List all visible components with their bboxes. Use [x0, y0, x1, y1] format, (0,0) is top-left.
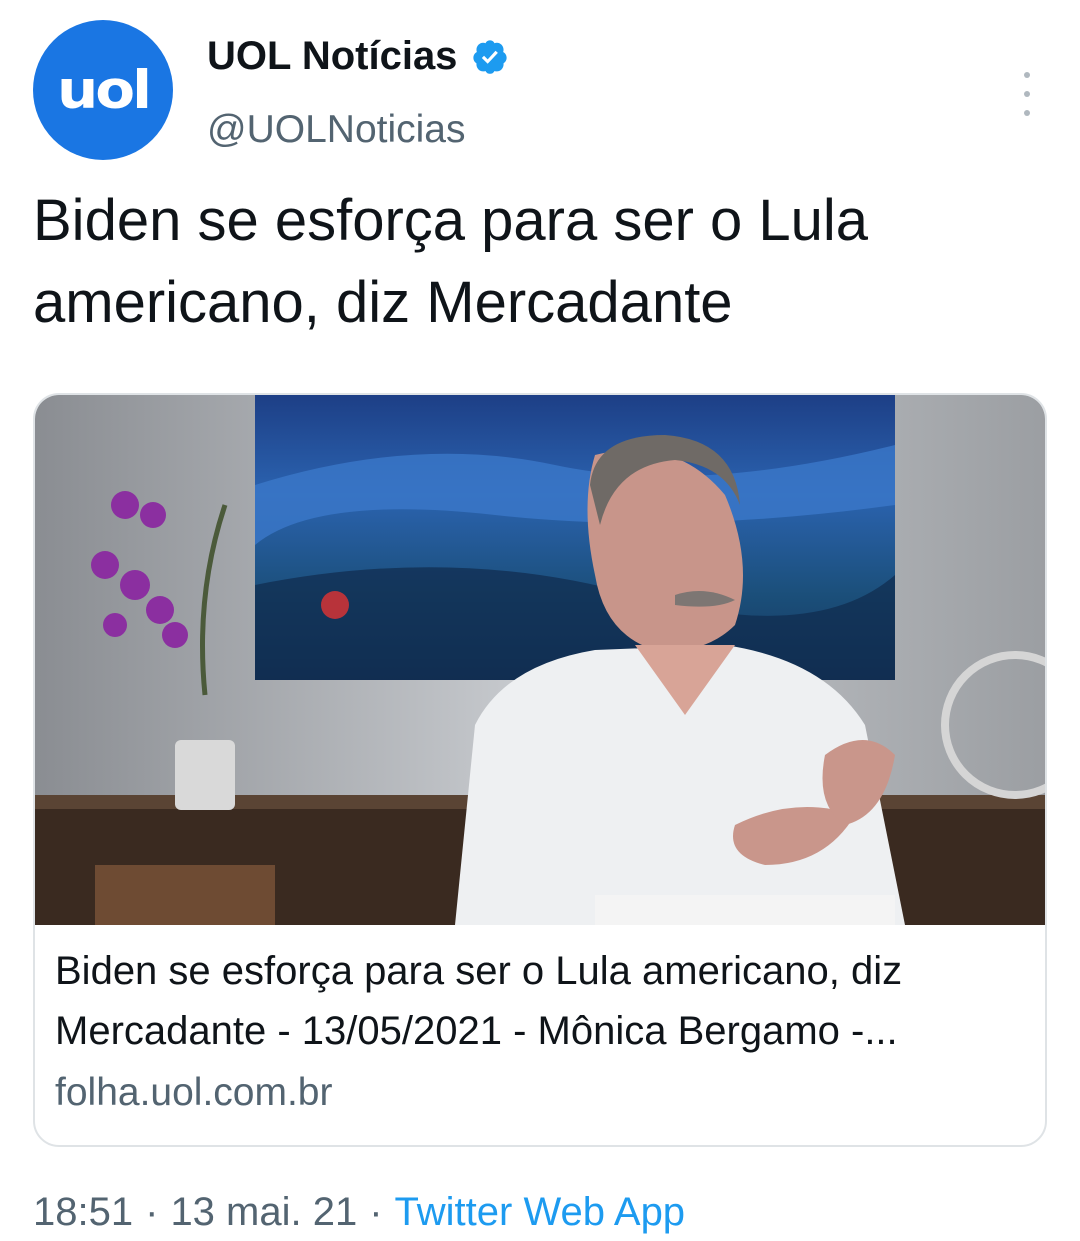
avatar[interactable]: uol [33, 20, 173, 160]
tweet-date[interactable]: 13 mai. 21 [170, 1190, 357, 1234]
tweet-time[interactable]: 18:51 [33, 1190, 133, 1234]
card-title[interactable]: Biden se esforça para ser o Lula america… [55, 941, 1035, 1061]
separator-dot: · [369, 1190, 383, 1234]
author-handle[interactable]: @UOLNoticias [207, 108, 466, 152]
tweet-text: Biden se esforça para ser o Lula america… [33, 180, 1043, 344]
card-photo[interactable] [35, 395, 1047, 925]
author-name-row[interactable]: UOL Notícias [207, 34, 509, 79]
card-title-line: Biden se esforça para ser o Lula america… [55, 949, 903, 993]
link-card[interactable]: Biden se esforça para ser o Lula america… [33, 393, 1047, 1147]
tweet-source-link[interactable]: Twitter Web App [395, 1190, 686, 1234]
card-domain: folha.uol.com.br [55, 1071, 333, 1114]
tweet-text-line: Biden se esforça para ser o Lula [33, 188, 869, 253]
verified-badge-icon [473, 39, 508, 74]
separator-dot: · [145, 1190, 159, 1234]
card-title-line: Mercadante - 13/05/2021 - Mônica Bergamo… [55, 1009, 898, 1053]
tweet-text-line: americano, diz Mercadante [33, 270, 733, 335]
tweet-metadata: 18:51 · 13 mai. 21 · Twitter Web App [33, 1190, 685, 1235]
more-options-icon[interactable] [1012, 72, 1042, 116]
avatar-logo-text: uol [56, 59, 152, 121]
display-name[interactable]: UOL Notícias [207, 34, 457, 79]
